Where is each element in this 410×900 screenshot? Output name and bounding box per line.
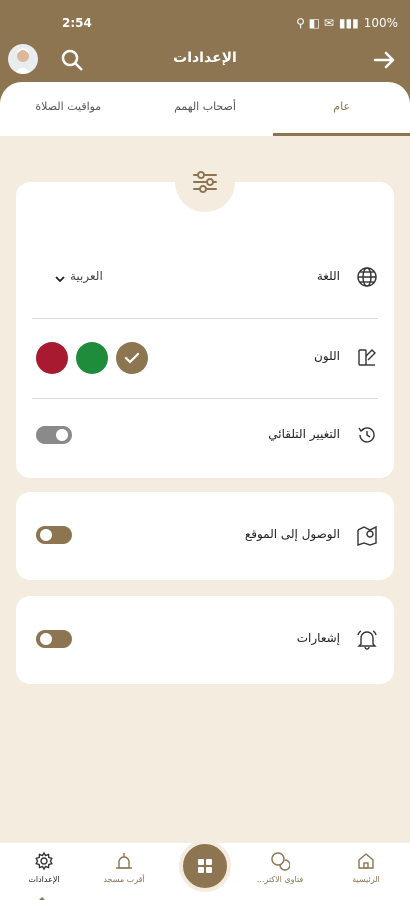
status-icons: ⚲ ◧ ✉ ▮▮▮ 100% — [296, 16, 398, 30]
general-settings-card: اللغة العربية اللون التغيير التلقائي — [16, 182, 394, 478]
nav-home[interactable]: الرئيسية — [328, 851, 404, 884]
nav-nearest-mosque[interactable]: أقرب مسجد — [86, 851, 162, 884]
auto-change-row: التغيير التلقائي — [16, 416, 394, 456]
mosque-icon — [116, 853, 132, 869]
check-icon — [122, 348, 142, 368]
nav-settings[interactable]: الإعدادات — [6, 851, 82, 884]
nav-home-label: الرئيسية — [352, 875, 380, 884]
language-row[interactable]: اللغة العربية — [16, 258, 394, 298]
divider — [32, 318, 378, 319]
notifications-label: إشعارات — [296, 631, 340, 645]
toggle-knob — [40, 529, 52, 541]
history-icon — [356, 424, 378, 446]
tab-people-of-determination[interactable]: أصحاب الهمم — [137, 82, 274, 136]
sliders-icon — [193, 171, 217, 193]
page-title: الإعدادات — [173, 50, 237, 66]
notifications-card: إشعارات — [16, 596, 394, 684]
color-swatch-green[interactable] — [76, 342, 108, 374]
arrow-right-icon[interactable] — [372, 48, 396, 72]
auto-change-label: التغيير التلقائي — [268, 427, 340, 441]
chat-bubbles-icon — [271, 852, 290, 871]
apps-grid-button[interactable] — [179, 840, 231, 892]
settings-sliders-badge — [175, 152, 235, 212]
tabs: عام أصحاب الهمم مواقيت الصلاة — [0, 82, 410, 136]
chevron-down-icon[interactable] — [54, 270, 66, 283]
location-card: الوصول إلى الموقع — [16, 492, 394, 580]
map-pin-icon — [356, 524, 378, 546]
signal-icon: ▮▮▮ — [338, 16, 359, 30]
battery-percent: 100% — [363, 16, 398, 30]
toggle-knob — [56, 429, 68, 441]
app-bar: الإعدادات — [0, 40, 410, 82]
bell-icon — [356, 628, 378, 650]
nav-fatwas-label: فتاوى الاكتر... — [256, 875, 304, 884]
language-select[interactable]: العربية — [70, 269, 103, 283]
nav-fatwas[interactable]: فتاوى الاكتر... — [242, 851, 318, 884]
globe-icon — [356, 266, 378, 288]
tab-general[interactable]: عام — [273, 82, 410, 136]
tab-bar: عام أصحاب الهمم مواقيت الصلاة — [0, 82, 410, 136]
nav-nearest-mosque-label: أقرب مسجد — [103, 875, 145, 884]
paint-icon — [356, 346, 378, 368]
location-toggle[interactable] — [36, 526, 72, 544]
divider — [32, 398, 378, 399]
color-swatch-gold[interactable] — [116, 342, 148, 374]
location-row: الوصول إلى الموقع — [16, 516, 394, 556]
grid-icon — [198, 859, 212, 873]
notifications-toggle[interactable] — [36, 630, 72, 648]
color-label: اللون — [314, 349, 340, 363]
toggle-knob — [40, 633, 52, 645]
notification-icons: ⚲ ◧ ✉ — [296, 16, 334, 30]
tab-prayer-times[interactable]: مواقيت الصلاة — [0, 82, 137, 136]
notifications-row: إشعارات — [16, 620, 394, 660]
color-swatch-red[interactable] — [36, 342, 68, 374]
home-icon — [358, 853, 374, 869]
gear-icon — [35, 851, 53, 871]
nav-settings-label: الإعدادات — [28, 875, 60, 884]
language-label: اللغة — [316, 269, 340, 283]
color-row: اللون — [16, 338, 394, 378]
status-time: 2:54 — [62, 16, 92, 30]
status-bar: 2:54 ⚲ ◧ ✉ ▮▮▮ 100% — [0, 0, 410, 40]
location-label: الوصول إلى الموقع — [244, 527, 340, 541]
auto-change-toggle[interactable] — [36, 426, 72, 444]
